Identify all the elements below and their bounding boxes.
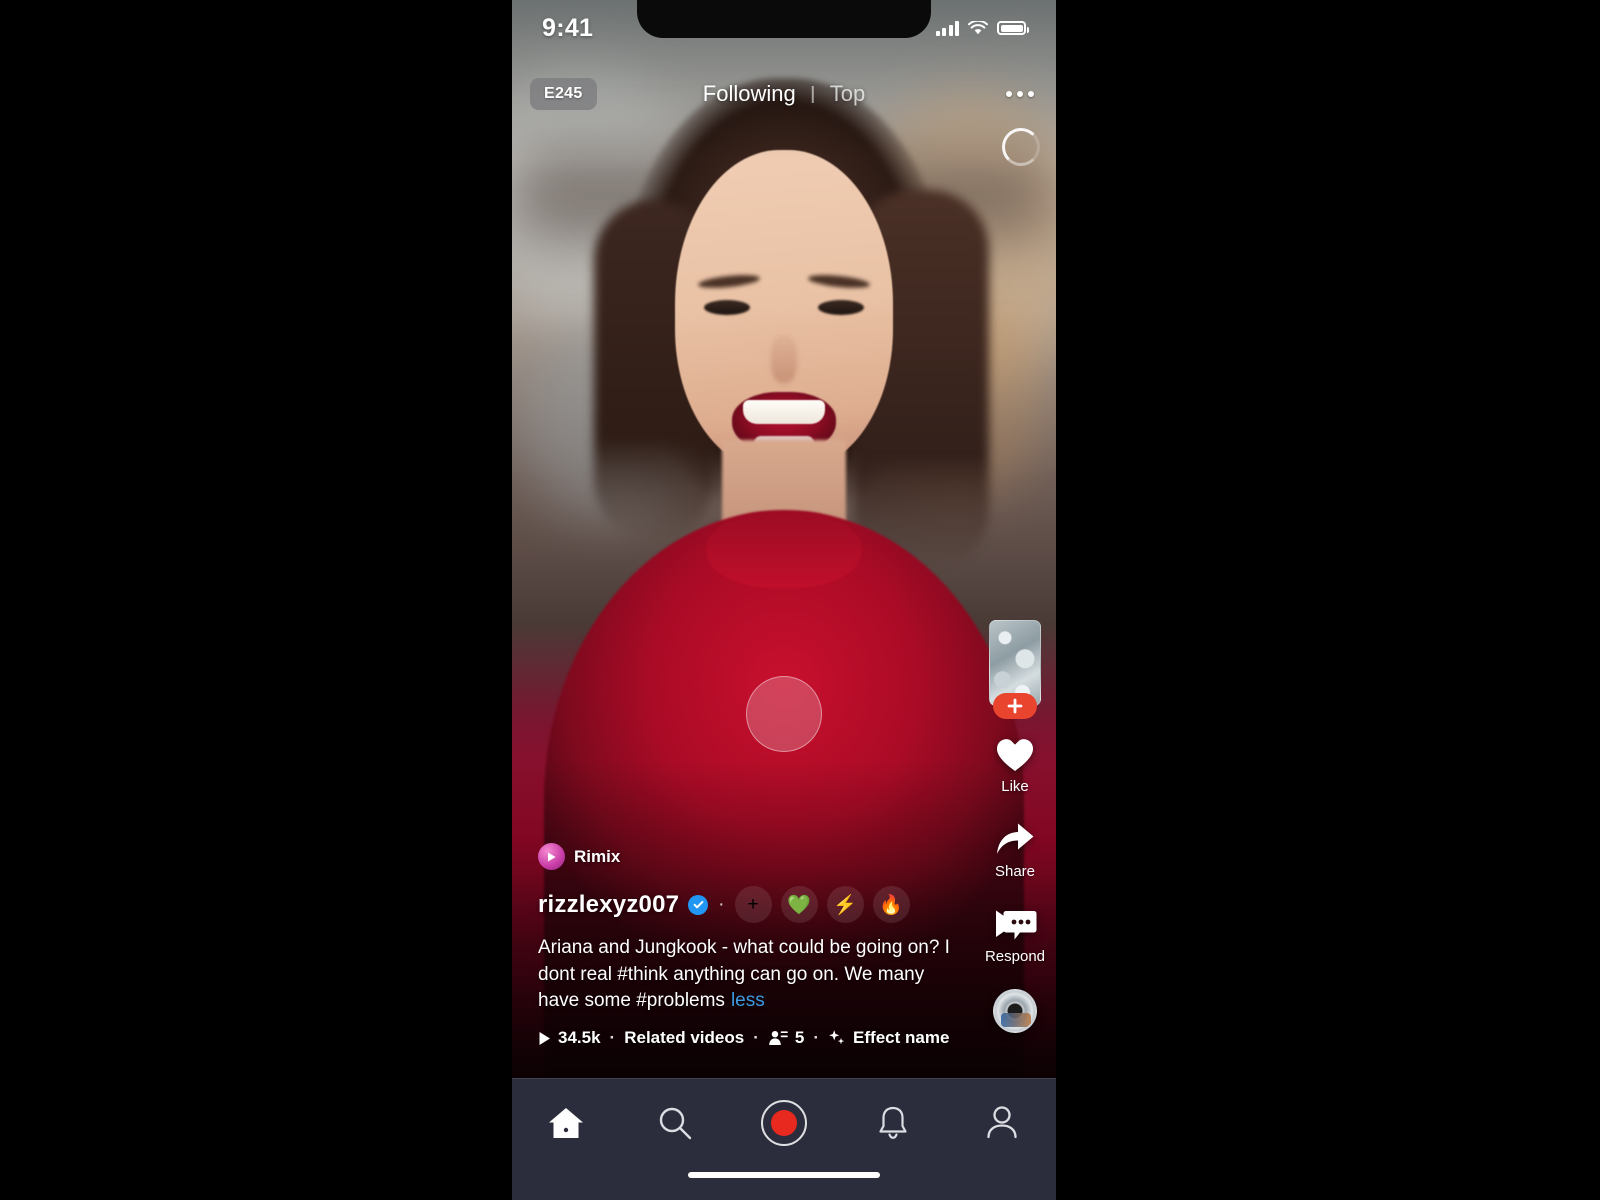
bottom-navigation-bar (512, 1078, 1056, 1200)
respond-label: Respond (984, 948, 1046, 965)
share-button[interactable]: Share (994, 817, 1036, 880)
play-icon (539, 1031, 550, 1045)
heart-icon (994, 732, 1036, 776)
post-caption[interactable]: Ariana and Jungkook - what could be goin… (538, 935, 958, 1014)
like-button[interactable]: Like (994, 732, 1036, 795)
author-separator: · (718, 894, 725, 916)
cellular-bars-icon (935, 20, 959, 36)
nav-home[interactable] (530, 1097, 602, 1149)
subject-nose (771, 335, 797, 383)
remix-label: Rimix (574, 846, 621, 866)
tap-indicator-circle[interactable] (746, 676, 822, 752)
screenshot-root: 9:41 E245 Following Top Like Share Respo… (0, 0, 1600, 1200)
bell-icon (879, 1106, 907, 1139)
meta-separator: · (753, 1028, 759, 1047)
home-indicator (688, 1172, 880, 1178)
tab-top[interactable]: Top (830, 81, 865, 107)
subject-teeth (743, 400, 825, 424)
sparkle-effect-icon (829, 1030, 845, 1045)
follow-button[interactable] (993, 693, 1037, 719)
play-count-value: 34.5k (558, 1028, 601, 1047)
nav-search[interactable] (639, 1097, 711, 1149)
action-rail: Like Share Respond (984, 620, 1046, 1033)
subject-collar (706, 512, 862, 588)
author-username[interactable]: rizzlexyz007 (538, 891, 679, 919)
dynamic-island-notch (637, 0, 931, 38)
share-arrow-icon (994, 817, 1036, 861)
respond-button[interactable]: Respond (985, 902, 1045, 965)
search-icon (659, 1107, 692, 1140)
sound-disc-icon[interactable] (993, 989, 1037, 1033)
nav-record[interactable] (748, 1097, 820, 1149)
remix-badge[interactable]: Rimix (538, 843, 621, 871)
subject-eye (704, 300, 750, 315)
fire-chip[interactable]: 🔥 (872, 886, 910, 924)
tab-following[interactable]: Following (703, 81, 796, 107)
play-count: 34.5k (538, 1028, 601, 1048)
more-options-icon[interactable] (1006, 91, 1034, 97)
subject-eye (818, 300, 864, 315)
share-label: Share (994, 863, 1036, 880)
effect-name: Effect name (853, 1028, 950, 1047)
profile-thumbnail[interactable] (989, 620, 1041, 719)
verified-check-icon (688, 894, 709, 915)
loading-spinner-icon (1002, 128, 1040, 166)
meta-separator: · (609, 1028, 616, 1047)
caption-toggle[interactable]: less (731, 990, 765, 1011)
tab-separator (811, 85, 814, 103)
lightning-chip[interactable]: ⚡ (826, 886, 864, 924)
meta-separator: · (813, 1028, 820, 1047)
home-icon (549, 1108, 584, 1138)
post-info: Rimix rizzlexyz007 · + 💚 ⚡ 🔥 Ariana and … (538, 843, 976, 1048)
episode-badge[interactable]: E245 (530, 78, 597, 110)
wifi-icon (968, 20, 988, 34)
nav-profile[interactable] (966, 1097, 1038, 1149)
add-chip[interactable]: + (734, 886, 772, 924)
like-label: Like (1001, 778, 1029, 795)
related-videos-link[interactable]: Related videos (624, 1028, 744, 1048)
top-navigation-bar: E245 Following Top (512, 72, 1056, 116)
effect-link[interactable]: Effect name (828, 1028, 949, 1048)
author-row: rizzlexyz007 · + 💚 ⚡ 🔥 (538, 886, 976, 924)
remix-play-icon (538, 843, 565, 871)
gem-chip[interactable]: 💚 (780, 886, 818, 924)
status-bar-clock: 9:41 (542, 13, 594, 42)
video-respond-icon (992, 902, 1038, 946)
nav-notifications[interactable] (857, 1097, 929, 1149)
post-meta: 34.5k · Related videos · 5 · Effect name (538, 1028, 976, 1048)
record-button-icon (760, 1100, 807, 1146)
phone-screen: 9:41 E245 Following Top Like Share Respo… (512, 0, 1056, 1200)
plus-icon (1007, 698, 1023, 714)
battery-icon (997, 21, 1029, 35)
collaborators-icon (769, 1031, 788, 1045)
person-icon (986, 1106, 1017, 1139)
status-bar-indicators (935, 20, 1029, 36)
collaborators-count: 5 (794, 1028, 805, 1047)
collaborators[interactable]: 5 (768, 1028, 804, 1048)
feed-tabs: Following Top (703, 81, 865, 107)
